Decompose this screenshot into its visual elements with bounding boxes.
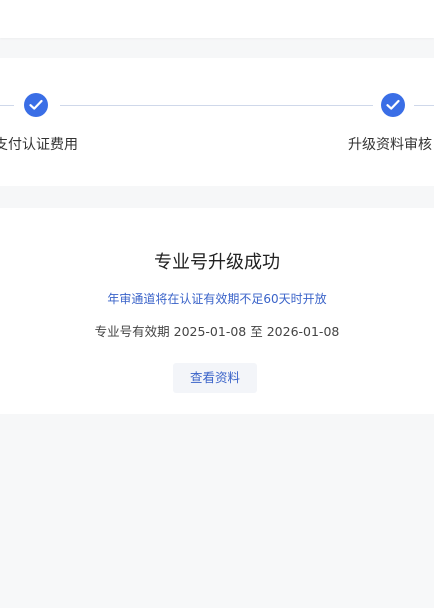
annual-review-notice: 年审通道将在认证有效期不足60天时开放 [107, 292, 327, 306]
check-circle-icon [24, 93, 48, 117]
top-bar [0, 0, 434, 38]
step-connector [60, 105, 373, 106]
bottom-area [0, 430, 434, 608]
view-details-button[interactable]: 查看资料 [173, 363, 257, 393]
progress-steps: 支付认证费用 升级资料审核 [0, 58, 434, 186]
success-card: 专业号升级成功 年审通道将在认证有效期不足60天时开放 专业号有效期 2025-… [0, 208, 434, 414]
success-title: 专业号升级成功 [154, 252, 280, 273]
step-connector [414, 105, 434, 106]
check-circle-icon [381, 93, 405, 117]
step-label-payment: 支付认证费用 [0, 137, 78, 153]
step-connector [0, 105, 14, 106]
step-label-review: 升级资料审核 [348, 137, 432, 153]
validity-period: 专业号有效期 2025-01-08 至 2026-01-08 [94, 324, 340, 339]
